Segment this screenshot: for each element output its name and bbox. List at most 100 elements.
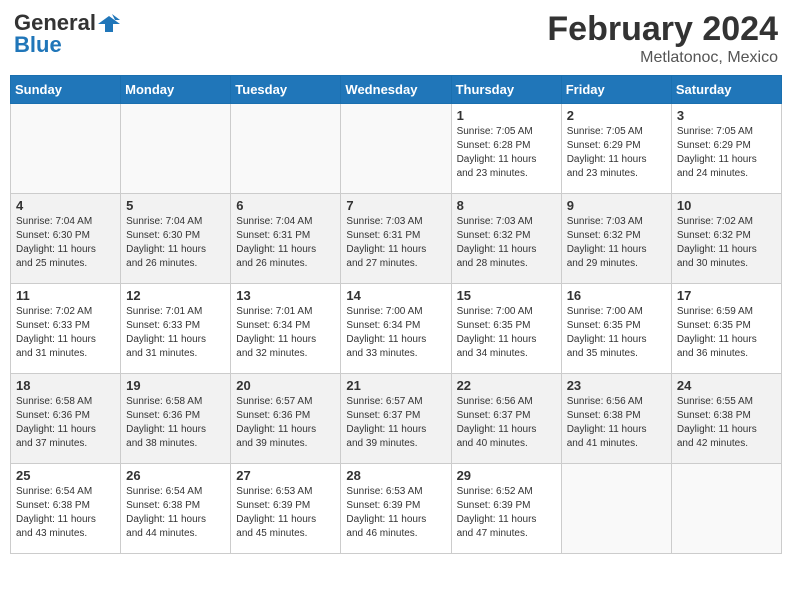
logo-bird-icon [98,14,120,32]
calendar-week-row: 25 Sunrise: 6:54 AM Sunset: 6:38 PM Dayli… [11,464,782,554]
day-number: 28 [346,468,445,483]
day-number: 23 [567,378,666,393]
day-number: 7 [346,198,445,213]
day-info: Sunrise: 6:56 AM Sunset: 6:37 PM Dayligh… [457,395,556,451]
calendar-day-cell: 21 Sunrise: 6:57 AM Sunset: 6:37 PM Dayli… [341,374,451,464]
weekday-header-thursday: Thursday [451,76,561,104]
calendar-day-cell: 20 Sunrise: 6:57 AM Sunset: 6:36 PM Dayli… [231,374,341,464]
day-info: Sunrise: 6:56 AM Sunset: 6:38 PM Dayligh… [567,395,666,451]
month-year-title: February 2024 [547,10,778,49]
day-info: Sunrise: 7:01 AM Sunset: 6:34 PM Dayligh… [236,305,335,361]
day-info: Sunrise: 6:59 AM Sunset: 6:35 PM Dayligh… [677,305,776,361]
day-number: 3 [677,108,776,123]
day-info: Sunrise: 6:53 AM Sunset: 6:39 PM Dayligh… [346,485,445,541]
calendar-table: SundayMondayTuesdayWednesdayThursdayFrid… [10,75,782,554]
calendar-day-cell: 11Sunrise: 7:02 AM Sunset: 6:33 PM Dayli… [11,284,121,374]
title-area: February 2024 Metlatonoc, Mexico [547,10,778,67]
day-info: Sunrise: 7:03 AM Sunset: 6:32 PM Dayligh… [567,215,666,271]
calendar-day-cell: 8 Sunrise: 7:03 AM Sunset: 6:32 PM Daylig… [451,194,561,284]
day-info: Sunrise: 6:57 AM Sunset: 6:37 PM Dayligh… [346,395,445,451]
page-header: General Blue February 2024 Metlatonoc, M… [10,10,782,67]
day-number: 18 [16,378,115,393]
calendar-day-cell: 17 Sunrise: 6:59 AM Sunset: 6:35 PM Dayli… [671,284,781,374]
calendar-day-cell: 2Sunrise: 7:05 AM Sunset: 6:29 PM Daylig… [561,104,671,194]
day-info: Sunrise: 7:04 AM Sunset: 6:30 PM Dayligh… [126,215,225,271]
day-info: Sunrise: 7:04 AM Sunset: 6:31 PM Dayligh… [236,215,335,271]
day-number: 5 [126,198,225,213]
calendar-day-cell: 19 Sunrise: 6:58 AM Sunset: 6:36 PM Dayli… [121,374,231,464]
day-number: 6 [236,198,335,213]
calendar-day-cell: 5 Sunrise: 7:04 AM Sunset: 6:30 PM Daylig… [121,194,231,284]
calendar-day-cell: 14Sunrise: 7:00 AM Sunset: 6:34 PM Dayli… [341,284,451,374]
day-number: 19 [126,378,225,393]
day-number: 17 [677,288,776,303]
day-number: 20 [236,378,335,393]
calendar-day-cell: 6 Sunrise: 7:04 AM Sunset: 6:31 PM Daylig… [231,194,341,284]
calendar-day-cell: 27 Sunrise: 6:53 AM Sunset: 6:39 PM Dayli… [231,464,341,554]
location-subtitle: Metlatonoc, Mexico [547,49,778,67]
calendar-week-row: 4Sunrise: 7:04 AM Sunset: 6:30 PM Daylig… [11,194,782,284]
calendar-empty-cell [121,104,231,194]
day-info: Sunrise: 6:53 AM Sunset: 6:39 PM Dayligh… [236,485,335,541]
day-info: Sunrise: 7:04 AM Sunset: 6:30 PM Dayligh… [16,215,115,271]
calendar-day-cell: 25 Sunrise: 6:54 AM Sunset: 6:38 PM Dayli… [11,464,121,554]
day-number: 2 [567,108,666,123]
calendar-day-cell: 28 Sunrise: 6:53 AM Sunset: 6:39 PM Dayli… [341,464,451,554]
calendar-empty-cell [671,464,781,554]
weekday-header-tuesday: Tuesday [231,76,341,104]
day-info: Sunrise: 6:58 AM Sunset: 6:36 PM Dayligh… [126,395,225,451]
day-number: 26 [126,468,225,483]
day-number: 9 [567,198,666,213]
calendar-day-cell: 12 Sunrise: 7:01 AM Sunset: 6:33 PM Dayli… [121,284,231,374]
calendar-day-cell: 15Sunrise: 7:00 AM Sunset: 6:35 PM Dayli… [451,284,561,374]
day-info: Sunrise: 7:01 AM Sunset: 6:33 PM Dayligh… [126,305,225,361]
calendar-day-cell: 4Sunrise: 7:04 AM Sunset: 6:30 PM Daylig… [11,194,121,284]
day-info: Sunrise: 7:00 AM Sunset: 6:35 PM Dayligh… [457,305,556,361]
weekday-header-monday: Monday [121,76,231,104]
day-info: Sunrise: 7:05 AM Sunset: 6:28 PM Dayligh… [457,125,556,181]
day-info: Sunrise: 7:02 AM Sunset: 6:32 PM Dayligh… [677,215,776,271]
day-info: Sunrise: 6:58 AM Sunset: 6:36 PM Dayligh… [16,395,115,451]
day-number: 27 [236,468,335,483]
calendar-empty-cell [341,104,451,194]
calendar-week-row: 1 Sunrise: 7:05 AM Sunset: 6:28 PM Daylig… [11,104,782,194]
calendar-day-cell: 23 Sunrise: 6:56 AM Sunset: 6:38 PM Dayli… [561,374,671,464]
calendar-day-cell: 1 Sunrise: 7:05 AM Sunset: 6:28 PM Daylig… [451,104,561,194]
weekday-header-sunday: Sunday [11,76,121,104]
logo-text-blue: Blue [14,32,62,58]
calendar-day-cell: 7 Sunrise: 7:03 AM Sunset: 6:31 PM Daylig… [341,194,451,284]
day-info: Sunrise: 7:05 AM Sunset: 6:29 PM Dayligh… [677,125,776,181]
day-number: 13 [236,288,335,303]
weekday-header-saturday: Saturday [671,76,781,104]
day-info: Sunrise: 7:00 AM Sunset: 6:35 PM Dayligh… [567,305,666,361]
calendar-empty-cell [561,464,671,554]
day-number: 25 [16,468,115,483]
day-number: 21 [346,378,445,393]
weekday-header-row: SundayMondayTuesdayWednesdayThursdayFrid… [11,76,782,104]
day-info: Sunrise: 7:02 AM Sunset: 6:33 PM Dayligh… [16,305,115,361]
calendar-week-row: 11Sunrise: 7:02 AM Sunset: 6:33 PM Dayli… [11,284,782,374]
calendar-day-cell: 9 Sunrise: 7:03 AM Sunset: 6:32 PM Daylig… [561,194,671,284]
day-info: Sunrise: 7:03 AM Sunset: 6:32 PM Dayligh… [457,215,556,271]
day-number: 12 [126,288,225,303]
day-number: 29 [457,468,556,483]
day-info: Sunrise: 6:54 AM Sunset: 6:38 PM Dayligh… [16,485,115,541]
weekday-header-wednesday: Wednesday [341,76,451,104]
calendar-day-cell: 22Sunrise: 6:56 AM Sunset: 6:37 PM Dayli… [451,374,561,464]
day-info: Sunrise: 6:52 AM Sunset: 6:39 PM Dayligh… [457,485,556,541]
calendar-day-cell: 24Sunrise: 6:55 AM Sunset: 6:38 PM Dayli… [671,374,781,464]
calendar-day-cell: 29 Sunrise: 6:52 AM Sunset: 6:39 PM Dayli… [451,464,561,554]
weekday-header-friday: Friday [561,76,671,104]
calendar-week-row: 18 Sunrise: 6:58 AM Sunset: 6:36 PM Dayli… [11,374,782,464]
day-number: 14 [346,288,445,303]
day-info: Sunrise: 6:55 AM Sunset: 6:38 PM Dayligh… [677,395,776,451]
day-number: 16 [567,288,666,303]
day-info: Sunrise: 6:57 AM Sunset: 6:36 PM Dayligh… [236,395,335,451]
day-number: 8 [457,198,556,213]
logo: General Blue [14,10,120,58]
calendar-empty-cell [231,104,341,194]
day-info: Sunrise: 7:03 AM Sunset: 6:31 PM Dayligh… [346,215,445,271]
calendar-day-cell: 3 Sunrise: 7:05 AM Sunset: 6:29 PM Daylig… [671,104,781,194]
day-number: 1 [457,108,556,123]
calendar-empty-cell [11,104,121,194]
